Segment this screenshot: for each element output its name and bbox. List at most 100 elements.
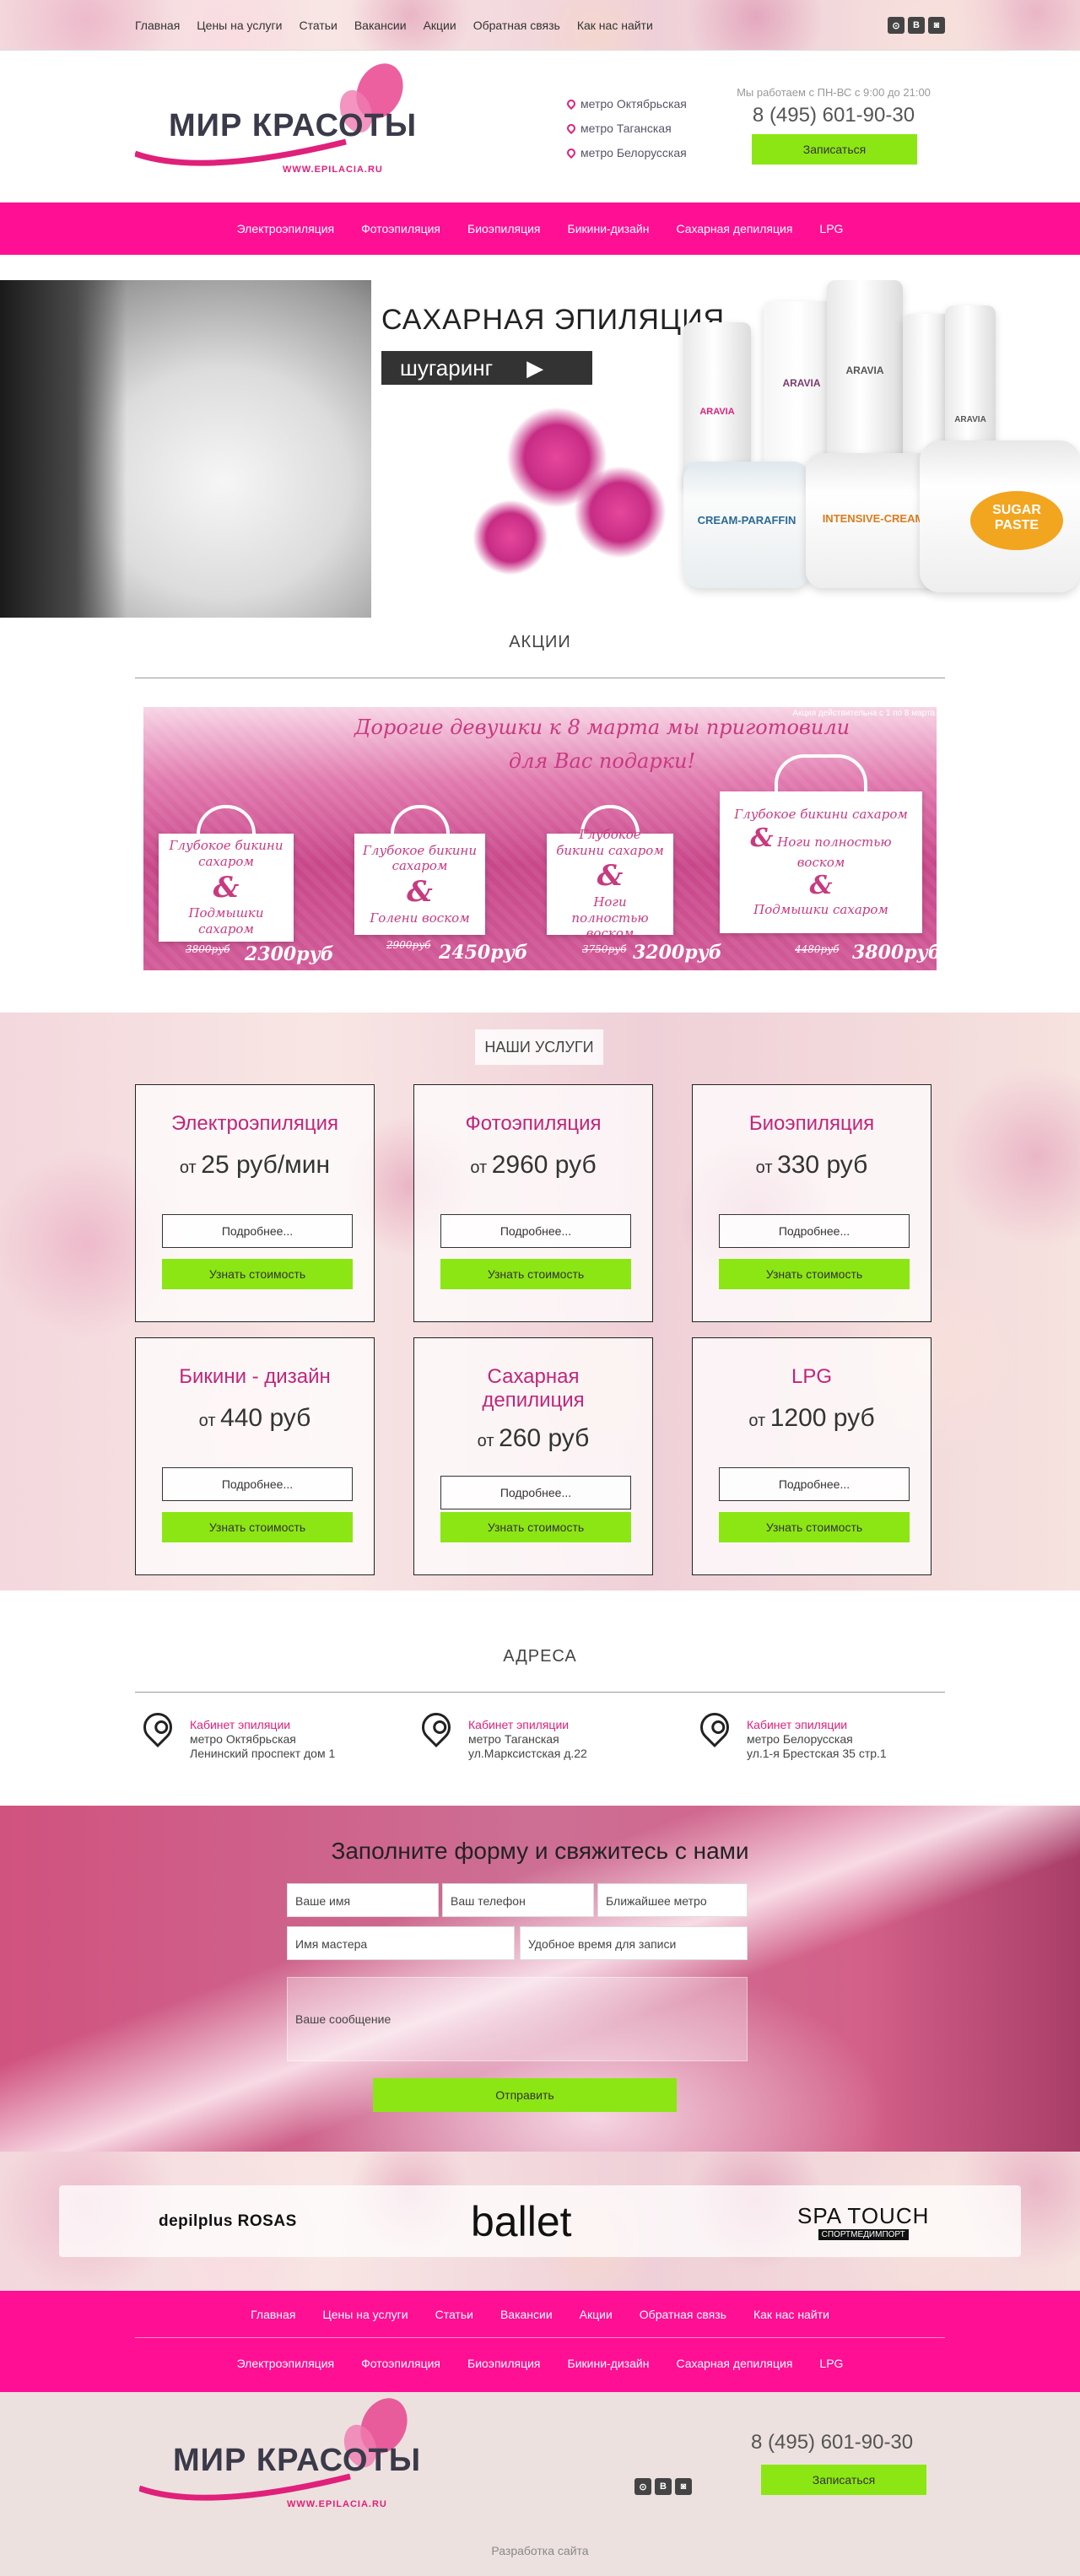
get-price-button[interactable]: Узнать стоимость: [719, 1259, 910, 1289]
more-button[interactable]: Подробнее...: [719, 1467, 910, 1501]
footer-nav-home[interactable]: Главная: [251, 2308, 295, 2321]
metro-field[interactable]: Ближайшее метро: [597, 1883, 748, 1917]
get-price-button[interactable]: Узнать стоимость: [440, 1259, 631, 1289]
more-button[interactable]: Подробнее...: [440, 1214, 631, 1248]
top-bar: Главная Цены на услуги Статьи Вакансии А…: [0, 0, 1080, 51]
service-card: Бикини - дизайн от 440 руб Подробнее... …: [135, 1337, 375, 1575]
footer-logo[interactable]: МИР КРАСОТЫ WWW.EPILACIA.RU: [138, 2394, 426, 2520]
get-price-button[interactable]: Узнать стоимость: [719, 1512, 910, 1542]
metro-item[interactable]: метро Белорусская: [564, 140, 687, 165]
product-jar: SUGAR PASTE: [920, 440, 1080, 592]
developer-link[interactable]: Разработка сайта: [0, 2544, 1080, 2557]
footer-nav-bio[interactable]: Биоэпиляция: [467, 2357, 541, 2370]
signup-button[interactable]: Записаться: [761, 2465, 926, 2495]
hero-button[interactable]: шугаринг ▶: [381, 351, 592, 385]
footer-nav-articles[interactable]: Статьи: [435, 2308, 473, 2321]
service-name: Электроэпиляция: [170, 1112, 339, 1135]
phone-number[interactable]: 8 (495) 601-90-30: [737, 104, 931, 127]
footer-nav-lpg[interactable]: LPG: [819, 2357, 843, 2370]
top-nav-directions[interactable]: Как нас найти: [577, 19, 653, 32]
top-nav-feedback[interactable]: Обратная связь: [473, 19, 560, 32]
gift-bow-icon: [197, 805, 256, 834]
footer: МИР КРАСОТЫ WWW.EPILACIA.RU ⊙ B ◙ 8 (495…: [0, 2392, 1080, 2576]
nav-bikini[interactable]: Бикини-дизайн: [568, 222, 650, 235]
nav-sugar[interactable]: Сахарная депиляция: [676, 222, 792, 235]
get-price-button[interactable]: Узнать стоимость: [162, 1512, 353, 1542]
address-item[interactable]: Кабинет эпиляции метро Таганская ул.Марк…: [415, 1706, 675, 1760]
footer-nav: Главная Цены на услуги Статьи Вакансии А…: [0, 2291, 1080, 2392]
gift-box: Глубокое бикини сахаром & Ноги полностью …: [720, 754, 922, 933]
divider: [135, 1692, 945, 1693]
more-button[interactable]: Подробнее...: [162, 1214, 353, 1248]
contact-form-section: Заполните форму и свяжитесь с нами Ваше …: [0, 1806, 1080, 2152]
nav-photo[interactable]: Фотоэпиляция: [361, 222, 440, 235]
footer-nav-photo[interactable]: Фотоэпиляция: [361, 2357, 440, 2370]
master-field[interactable]: Имя мастера: [287, 1926, 515, 1960]
nav-electro[interactable]: Электроэпиляция: [237, 222, 335, 235]
top-nav-prices[interactable]: Цены на услуги: [197, 19, 282, 32]
footer-nav-prices[interactable]: Цены на услуги: [322, 2308, 408, 2321]
product-jar: CREAM-PARAFFIN: [683, 462, 810, 588]
service-card: LPG от 1200 руб Подробнее... Узнать стои…: [692, 1337, 932, 1575]
vk-icon[interactable]: B: [655, 2478, 672, 2495]
footer-social-links: ⊙ B ◙: [634, 2478, 692, 2495]
logo[interactable]: МИР КРАСОТЫ WWW.EPILACIA.RU: [133, 59, 422, 186]
footer-nav-feedback[interactable]: Обратная связь: [640, 2308, 726, 2321]
partner-spa-touch[interactable]: SPA TOUCH СПОРТМЕДИМПОРТ: [797, 2185, 929, 2257]
footer-nav-electro[interactable]: Электроэпиляция: [237, 2357, 335, 2370]
footer-nav-vacancies[interactable]: Вакансии: [500, 2308, 553, 2321]
top-nav-vacancies[interactable]: Вакансии: [354, 19, 407, 32]
partner-depilplus[interactable]: depilplus ROSAS: [159, 2185, 297, 2257]
social-links: ⊙ B ◙: [888, 17, 945, 34]
header-contacts: Мы работаем с ПН-ВС с 9:00 до 21:00 8 (4…: [737, 86, 931, 165]
submit-button[interactable]: Отправить: [373, 2078, 677, 2112]
nav-bio[interactable]: Биоэпиляция: [467, 222, 541, 235]
play-icon: ▶: [526, 354, 544, 381]
ok-icon[interactable]: ⊙: [888, 17, 904, 34]
signup-button[interactable]: Записаться: [752, 134, 917, 165]
address-item[interactable]: Кабинет эпиляции метро Белорусская ул.1-…: [694, 1706, 953, 1760]
name-field[interactable]: Ваше имя: [287, 1883, 439, 1917]
more-button[interactable]: Подробнее...: [719, 1214, 910, 1248]
ok-icon[interactable]: ⊙: [634, 2478, 651, 2495]
nav-lpg[interactable]: LPG: [819, 222, 843, 235]
gift-box: Глубокое бикини сахаром & Ноги полностью в…: [547, 805, 673, 941]
footer-contacts: 8 (495) 601-90-30 Записаться: [751, 2431, 953, 2495]
footer-nav-promotions[interactable]: Акции: [580, 2308, 613, 2321]
message-field[interactable]: Ваше сообщение: [287, 1977, 748, 2061]
service-card: Биоэпиляция от 330 руб Подробнее... Узна…: [692, 1084, 932, 1322]
header: МИР КРАСОТЫ WWW.EPILACIA.RU метро Октябр…: [0, 51, 1080, 203]
top-nav-promotions[interactable]: Акции: [424, 19, 456, 32]
metro-item[interactable]: метро Октябрьская: [564, 91, 687, 116]
service-name: Бикини - дизайн: [179, 1365, 331, 1388]
service-price: от 330 руб: [755, 1151, 868, 1179]
metro-item[interactable]: метро Таганская: [564, 116, 687, 140]
address-item[interactable]: Кабинет эпиляции метро Октябрьская Ленин…: [137, 1706, 397, 1760]
more-button[interactable]: Подробнее...: [440, 1476, 631, 1509]
top-nav-home[interactable]: Главная: [135, 19, 180, 32]
get-price-button[interactable]: Узнать стоимость: [162, 1259, 353, 1289]
old-price: 4480руб: [795, 943, 840, 955]
promo-headline: Дорогие девушки к 8 марта мы приготовили…: [354, 716, 850, 773]
promo-banner[interactable]: Дорогие девушки к 8 марта мы приготовили…: [143, 707, 937, 970]
footer-nav-bikini[interactable]: Бикини-дизайн: [568, 2357, 650, 2370]
orchid-flower: [574, 466, 667, 559]
top-nav-articles[interactable]: Статьи: [299, 19, 337, 32]
instagram-icon[interactable]: ◙: [928, 17, 945, 34]
footer-nav-directions[interactable]: Как нас найти: [753, 2308, 829, 2321]
phone-number[interactable]: 8 (495) 601-90-30: [751, 2431, 953, 2454]
address-list: Кабинет эпиляции метро Октябрьская Ленин…: [135, 1706, 945, 1763]
vk-icon[interactable]: B: [908, 17, 925, 34]
partner-ballet[interactable]: ballet: [471, 2185, 572, 2257]
more-button[interactable]: Подробнее...: [162, 1467, 353, 1501]
get-price-button[interactable]: Узнать стоимость: [440, 1512, 631, 1542]
hero-banner[interactable]: САХАРНАЯ ЭПИЛЯЦИЯ шугаринг ▶ ARAVIA ARAV…: [0, 280, 1080, 618]
instagram-icon[interactable]: ◙: [675, 2478, 692, 2495]
time-field[interactable]: Удобное время для записи: [520, 1926, 748, 1960]
form-title: Заполните форму и свяжитесь с нами: [331, 1838, 749, 1864]
footer-nav-sugar[interactable]: Сахарная депиляция: [676, 2357, 792, 2370]
orchid-flower: [472, 500, 548, 575]
service-name: LPG: [791, 1365, 833, 1388]
phone-field[interactable]: Ваш телефон: [442, 1883, 594, 1917]
service-name: Сахарная депилиция: [482, 1365, 585, 1412]
